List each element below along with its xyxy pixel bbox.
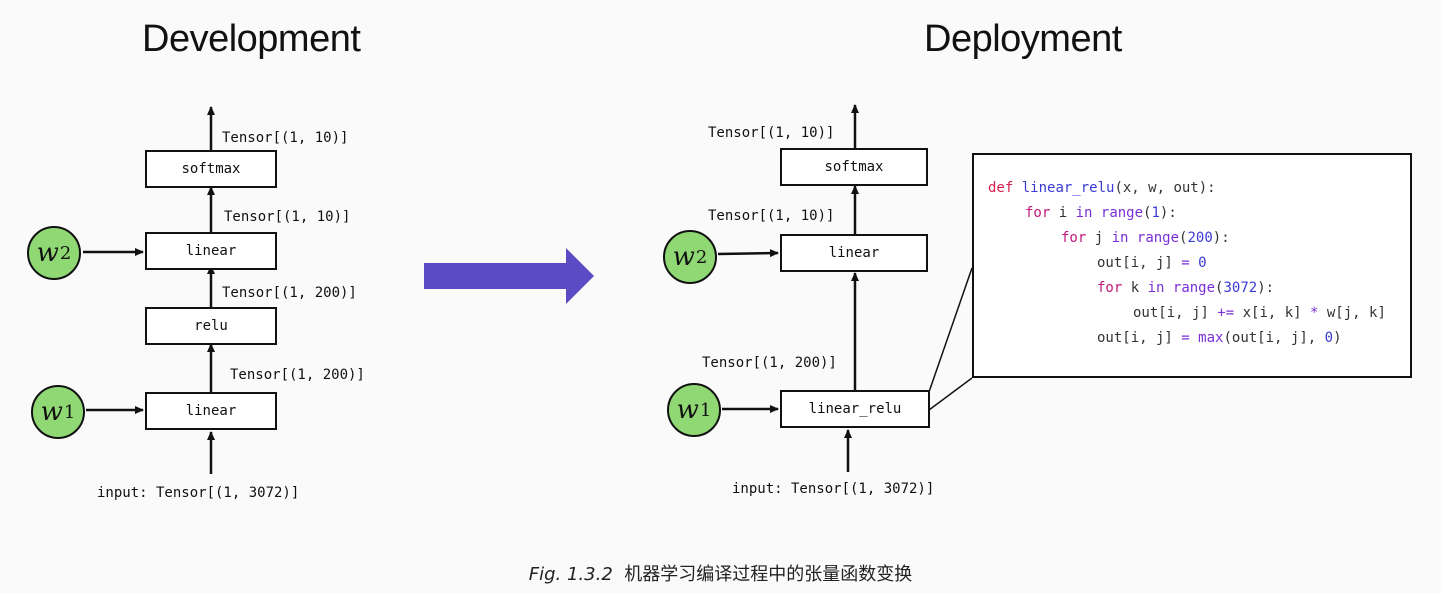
right-softmax-output-label: Tensor[(1, 10)] bbox=[708, 125, 835, 141]
for-keyword: for bbox=[1061, 230, 1087, 246]
right-input-label: input: Tensor[(1, 3072)] bbox=[732, 481, 935, 497]
in-keyword: in bbox=[1147, 280, 1165, 296]
left-softmax-output-label: Tensor[(1, 10)] bbox=[222, 130, 349, 146]
figure-caption-text: 机器学习编译过程中的张量函数变换 bbox=[624, 564, 913, 585]
paren-colon: ): bbox=[1159, 205, 1177, 221]
zoom-line-bottom bbox=[928, 377, 973, 411]
right-softmax-box: softmax bbox=[780, 148, 928, 186]
arrow-right-w2 bbox=[717, 249, 779, 258]
w2-subscript: 2 bbox=[59, 242, 72, 264]
zero-value: 0 bbox=[1198, 255, 1207, 271]
right-linear-relu-box: linear_relu bbox=[780, 390, 930, 428]
w1-subscript: 1 bbox=[63, 401, 76, 423]
right-linear-box: linear bbox=[780, 234, 928, 272]
range-call: range bbox=[1172, 280, 1216, 296]
w1-subscript: 1 bbox=[699, 399, 712, 421]
max-call: max bbox=[1198, 330, 1224, 346]
def-keyword: def bbox=[988, 180, 1014, 196]
left-w1-node: w1 bbox=[31, 385, 85, 439]
x-operand: x[i, k] bbox=[1234, 305, 1311, 321]
left-relu-box: relu bbox=[145, 307, 277, 345]
w2-symbol: w bbox=[672, 242, 695, 272]
plus-equals-op: += bbox=[1217, 305, 1235, 321]
left-linear1-output-label: Tensor[(1, 200)] bbox=[230, 367, 365, 383]
w-operand: w[j, k] bbox=[1318, 305, 1386, 321]
function-name: linear_relu bbox=[1021, 180, 1115, 196]
range-call: range bbox=[1136, 230, 1180, 246]
code-line-2: for i in range(1): bbox=[1025, 205, 1177, 221]
paren-colon: ): bbox=[1212, 230, 1230, 246]
w2-subscript: 2 bbox=[695, 246, 708, 268]
left-softmax-box: softmax bbox=[145, 150, 277, 188]
code-line-3: for j in range(200): bbox=[1061, 230, 1230, 246]
range-bound: 200 bbox=[1187, 230, 1213, 246]
left-linear2-output-label: Tensor[(1, 10)] bbox=[224, 209, 351, 225]
code-panel: def linear_relu(x, w, out): for i in ran… bbox=[972, 153, 1412, 378]
paren-colon: ): bbox=[1257, 280, 1275, 296]
figure-caption: Fig. 1.3.2 机器学习编译过程中的张量函数变换 bbox=[0, 560, 1441, 586]
in-keyword: in bbox=[1075, 205, 1093, 221]
assign-lhs: out[i, j] bbox=[1097, 255, 1182, 271]
range-call: range bbox=[1100, 205, 1144, 221]
code-line-7: out[i, j] = max(out[i, j], 0) bbox=[1097, 330, 1342, 346]
code-line-1: def linear_relu(x, w, out): bbox=[988, 180, 1216, 196]
zero-value: 0 bbox=[1324, 330, 1334, 346]
for-keyword: for bbox=[1097, 280, 1123, 296]
w1-symbol: w bbox=[676, 395, 699, 425]
w1-symbol: w bbox=[40, 397, 63, 427]
code-line-5: for k in range(3072): bbox=[1097, 280, 1274, 296]
left-linear2-box: linear bbox=[145, 232, 277, 270]
code-line-6: out[i, j] += x[i, k] * w[j, k] bbox=[1133, 305, 1386, 321]
right-w2-node: w2 bbox=[663, 230, 717, 284]
range-bound: 3072 bbox=[1223, 280, 1258, 296]
function-params: (x, w, out): bbox=[1114, 180, 1216, 196]
loop-var: j bbox=[1086, 230, 1112, 246]
paren: ) bbox=[1333, 330, 1342, 346]
zoom-line-top bbox=[928, 267, 973, 393]
loop-var: i bbox=[1050, 205, 1076, 221]
assign-op: = bbox=[1181, 330, 1190, 346]
left-linear1-box: linear bbox=[145, 392, 277, 430]
assign-op: = bbox=[1181, 255, 1190, 271]
for-keyword: for bbox=[1025, 205, 1051, 221]
left-input-label: input: Tensor[(1, 3072)] bbox=[97, 485, 300, 501]
transform-arrow bbox=[424, 248, 594, 304]
figure-number: Fig. 1.3.2 bbox=[528, 564, 613, 585]
range-bound: 1 bbox=[1151, 205, 1160, 221]
right-linear-output-label: Tensor[(1, 10)] bbox=[708, 208, 835, 224]
accum-lhs: out[i, j] bbox=[1133, 305, 1218, 321]
code-line-4: out[i, j] = 0 bbox=[1097, 255, 1207, 271]
w2-symbol: w bbox=[36, 238, 59, 268]
assign-lhs: out[i, j] bbox=[1097, 330, 1182, 346]
right-linear-relu-output-label: Tensor[(1, 200)] bbox=[702, 355, 837, 371]
left-relu-output-label: Tensor[(1, 200)] bbox=[222, 285, 357, 301]
loop-var: k bbox=[1122, 280, 1148, 296]
left-w2-node: w2 bbox=[27, 226, 81, 280]
max-args: (out[i, j], bbox=[1223, 330, 1325, 346]
in-keyword: in bbox=[1111, 230, 1129, 246]
right-w1-node: w1 bbox=[667, 383, 721, 437]
